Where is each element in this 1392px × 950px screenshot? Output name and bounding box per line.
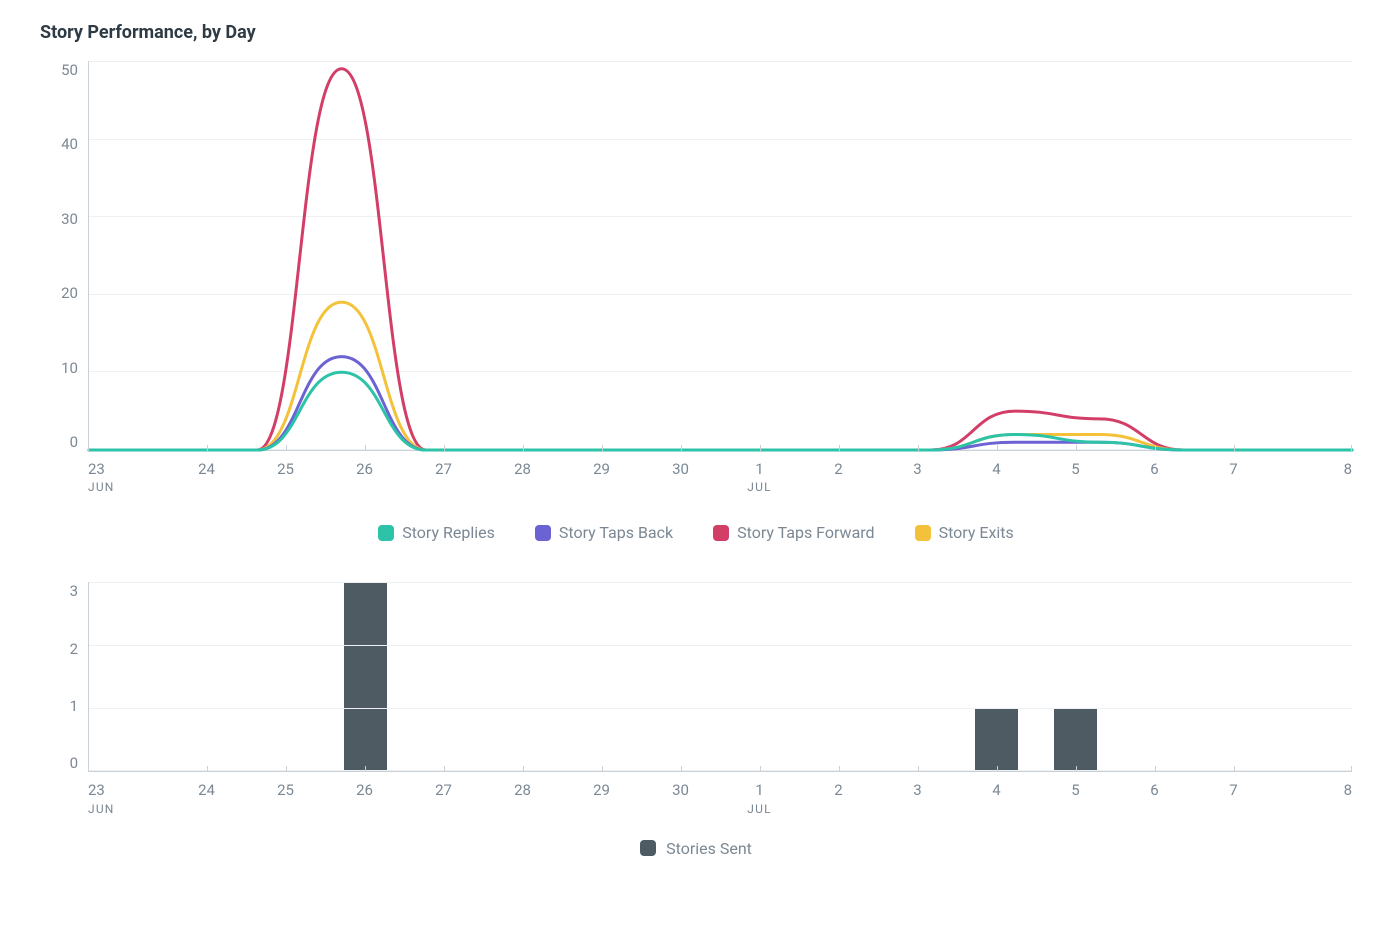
bar-slot [1194,582,1273,771]
x-tick-label: 30 [641,451,720,495]
x-tick-label: 29 [562,772,641,816]
x-tick-label: 29 [562,451,641,495]
x-tick-label: 8 [1273,451,1352,495]
x-tick-label: 7 [1194,451,1273,495]
bar-slot [484,582,563,771]
bar-slot [642,582,721,771]
y-tick-label: 0 [70,754,78,772]
x-tick-label: 25 [246,451,325,495]
line-chart-legend: Story Replies Story Taps Back Story Taps F… [40,523,1352,542]
bar-slot [1115,582,1194,771]
bar-chart-y-axis: 3 2 1 0 [40,582,88,772]
bar-chart-x-axis: 23JUN242526272829301JUL2345678 [88,772,1352,816]
bar-slot [326,582,405,771]
bar-slot [563,582,642,771]
x-tick-label: 1JUL [720,772,799,816]
x-tick-label: 1JUL [720,451,799,495]
story-performance-panel: Story Performance, by Day 50403020100 23… [0,0,1392,898]
legend-item[interactable]: Story Exits [915,523,1014,542]
line-chart-y-axis: 50 40 30 20 10 0 [40,61,88,451]
bar-slot [247,582,326,771]
y-tick-label: 50 [61,61,78,79]
y-tick-label: 10 [61,359,78,377]
x-tick-label: 5 [1036,772,1115,816]
x-tick-label: 7 [1194,772,1273,816]
y-tick-label: 20 [61,284,78,302]
legend-item[interactable]: Story Replies [378,523,495,542]
x-tick-label: 26 [325,772,404,816]
y-tick-label: 1 [70,697,78,715]
x-tick-label: 5 [1036,451,1115,495]
legend-label: Stories Sent [666,839,752,858]
bar-slot [957,582,1036,771]
bar [1054,708,1097,771]
bar-slot [878,582,957,771]
legend-swatch [535,525,551,541]
line-chart-x-axis: 23JUN242526272829301JUL2345678 [88,451,1352,495]
y-tick-label: 30 [61,210,78,228]
bar-chart-legend: Stories Sent [40,839,1352,858]
bar [344,582,387,771]
x-tick-label: 28 [483,451,562,495]
y-tick-label: 3 [70,582,78,600]
x-tick-label: 4 [957,772,1036,816]
x-tick-label: 30 [641,772,720,816]
chart-title: Story Performance, by Day [40,22,1352,43]
line-chart: 50 40 30 20 10 0 [40,61,1352,451]
x-tick-label: 8 [1273,772,1352,816]
legend-item[interactable]: Story Taps Back [535,523,673,542]
legend-swatch [640,840,656,856]
x-tick-label: 27 [404,772,483,816]
x-tick-label: 27 [404,451,483,495]
x-tick-label: 25 [246,772,325,816]
bar-chart: 3 2 1 0 [40,582,1352,772]
line-series [89,302,1352,450]
legend-label: Story Replies [402,523,495,542]
bar-slot [168,582,247,771]
bar-slot [405,582,484,771]
x-tick-label: 24 [167,451,246,495]
x-tick-label: 24 [167,772,246,816]
bar-slot [1273,582,1352,771]
x-tick-label: 2 [799,451,878,495]
x-tick-label: 26 [325,451,404,495]
y-tick-label: 0 [70,433,78,451]
y-tick-label: 2 [70,640,78,658]
bar-slot [89,582,168,771]
legend-label: Story Taps Back [559,523,673,542]
legend-swatch [378,525,394,541]
x-tick-label: 23JUN [88,772,167,816]
y-tick-label: 40 [61,135,78,153]
x-tick-label: 23JUN [88,451,167,495]
legend-label: Story Exits [939,523,1014,542]
x-tick-label: 3 [878,451,957,495]
legend-swatch [915,525,931,541]
x-tick-label: 2 [799,772,878,816]
bar [975,708,1018,771]
x-tick-label: 6 [1115,772,1194,816]
x-tick-label: 3 [878,772,957,816]
x-tick-label: 6 [1115,451,1194,495]
bar-chart-plot-area [88,582,1352,772]
legend-swatch [713,525,729,541]
legend-label: Story Taps Forward [737,523,874,542]
bar-slot [721,582,800,771]
x-tick-label: 4 [957,451,1036,495]
legend-item[interactable]: Story Taps Forward [713,523,874,542]
bar-slot [799,582,878,771]
x-tick-label: 28 [483,772,562,816]
line-chart-plot-area [88,61,1352,451]
line-series [89,69,1352,450]
bar-slot [1036,582,1115,771]
